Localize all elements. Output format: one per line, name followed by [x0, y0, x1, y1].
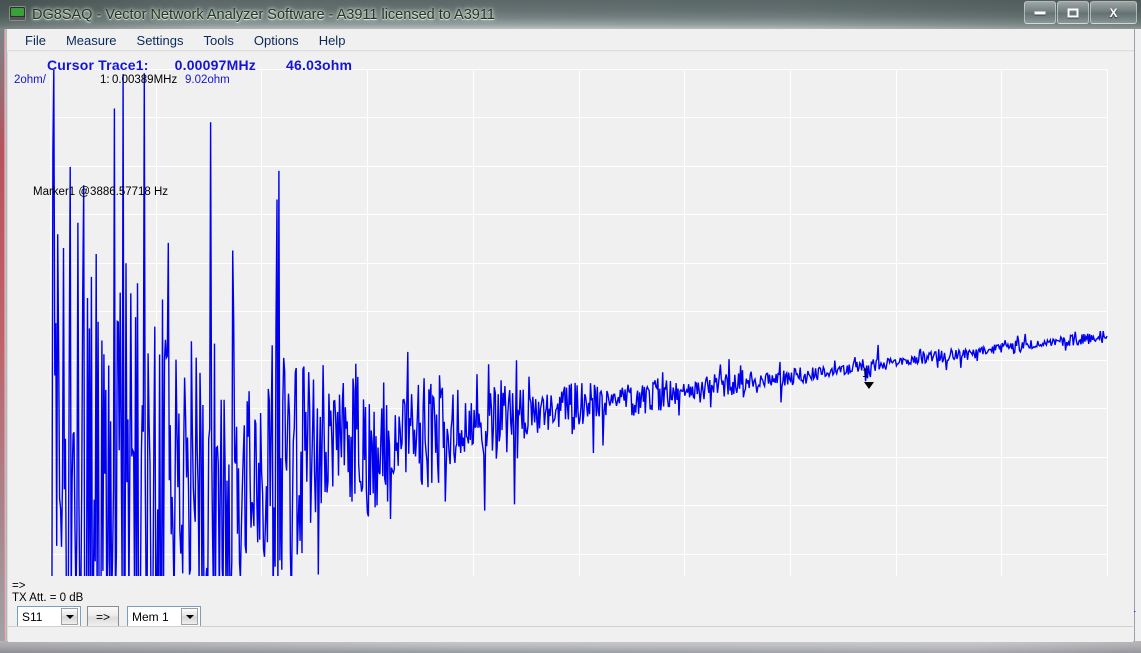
- trace-marker-label: 1: [862, 366, 869, 380]
- chevron-down-icon[interactable]: [61, 608, 78, 625]
- scale-per-division-label: 2ohm/: [14, 74, 46, 86]
- memory-select-value: Mem 1: [132, 609, 169, 624]
- cursor-readout-frequency: 0.00097MHz: [174, 57, 257, 73]
- trace-svg: [51, 69, 1108, 582]
- window-left-edge: [0, 29, 4, 641]
- cursor-readout-label: Cursor Trace1:: [47, 57, 149, 73]
- menu-item-file[interactable]: File: [15, 31, 56, 50]
- tx-attenuation-label: TX Att. = 0 dB: [12, 592, 84, 604]
- maximize-button[interactable]: [1057, 1, 1089, 24]
- window-bottom-frame: [0, 641, 1141, 653]
- port-select-value: S11: [22, 609, 43, 624]
- cursor-readout: Cursor Trace1: 0.00097MHz 46.03ohm: [47, 57, 352, 73]
- trace-frequency-value: 0.00389MHz: [112, 74, 178, 86]
- application-window: DG8SAQ - Vector Network Analyzer Softwar…: [0, 0, 1141, 653]
- minimize-button[interactable]: [1024, 1, 1056, 24]
- menu-item-tools[interactable]: Tools: [194, 31, 244, 50]
- cursor-readout-value: 46.03ohm: [286, 57, 353, 73]
- menu-item-measure[interactable]: Measure: [56, 31, 127, 50]
- chevron-down-icon[interactable]: [181, 608, 198, 625]
- arrow-label: =>: [12, 580, 26, 592]
- window-title: DG8SAQ - Vector Network Analyzer Softwar…: [32, 7, 495, 23]
- menu-item-settings[interactable]: Settings: [127, 31, 194, 50]
- port-select-combobox[interactable]: S11: [17, 606, 81, 627]
- marker-annotation: Marker1 @3886.57718 Hz: [33, 186, 169, 198]
- menu-bar: File Measure Settings Tools Options Help: [7, 30, 1134, 50]
- window-controls: X: [1023, 1, 1137, 24]
- minimize-icon: [1034, 11, 1046, 14]
- menu-item-help[interactable]: Help: [309, 31, 356, 50]
- memory-select-combobox[interactable]: Mem 1: [127, 606, 201, 627]
- trace-index-label: 1:: [100, 74, 110, 86]
- close-button[interactable]: X: [1090, 1, 1137, 24]
- app-icon: [9, 6, 26, 21]
- copy-to-memory-button[interactable]: =>: [87, 606, 119, 627]
- close-icon: X: [1109, 5, 1118, 20]
- plot-panel[interactable]: 1 Cursor Trace1: 0.00097MHz 46.03ohm 2ohm/…: [7, 52, 1136, 638]
- trace-impedance-value: 9.02ohm: [185, 74, 230, 86]
- status-bar: [8, 626, 1133, 642]
- maximize-icon: [1067, 8, 1079, 17]
- title-bar[interactable]: DG8SAQ - Vector Network Analyzer Softwar…: [0, 0, 1141, 29]
- trace-s11-z: [51, 69, 1108, 582]
- trace-marker-icon: [864, 382, 874, 389]
- menu-item-options[interactable]: Options: [244, 31, 309, 50]
